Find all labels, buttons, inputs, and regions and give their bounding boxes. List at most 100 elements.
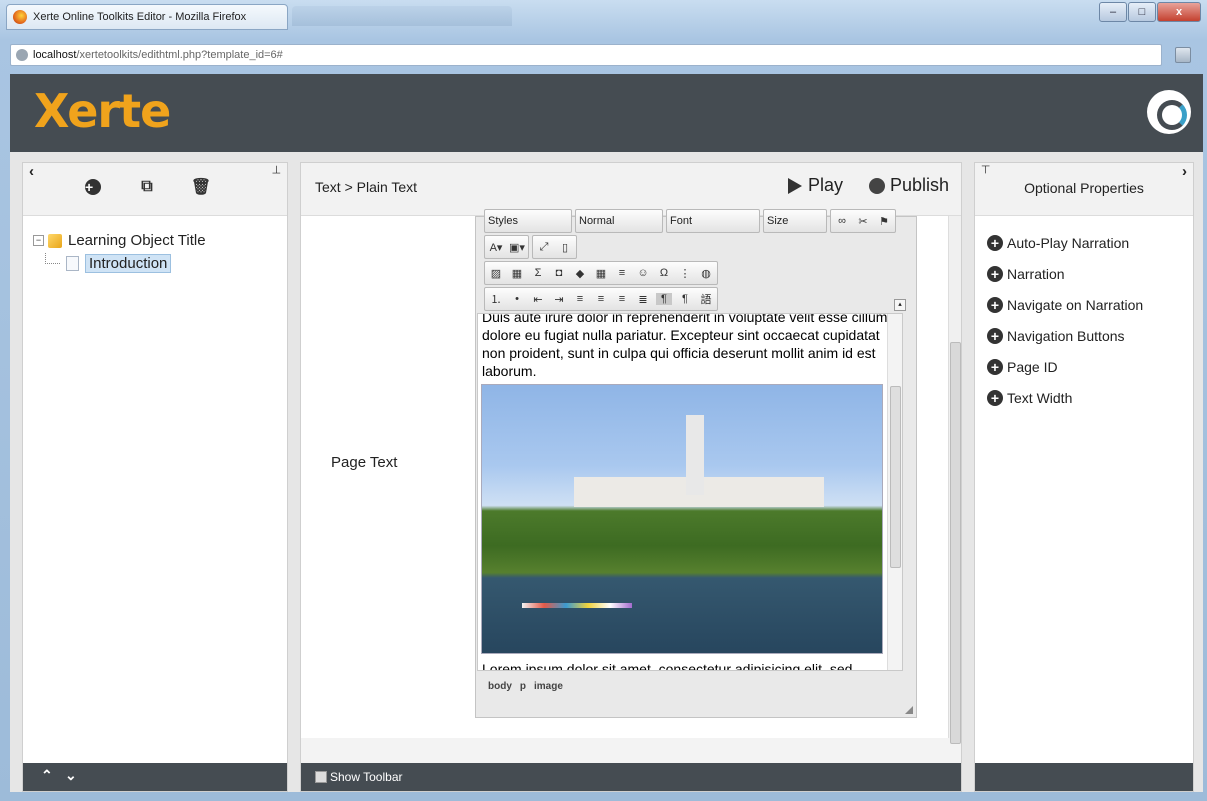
size-dropdown[interactable]: Size [763,209,827,233]
flash-icon[interactable]: ◆ [572,267,588,280]
collapse-left-icon[interactable]: ‹ [29,163,34,180]
option-navigation-buttons[interactable]: + Navigation Buttons [987,320,1143,351]
special-char-icon[interactable]: Ω [656,267,672,279]
styles-dropdown[interactable]: Styles [484,209,572,233]
move-down-icon[interactable]: ⌄ [65,767,77,784]
delete-page-button[interactable]: 🗑 [191,177,211,197]
right-panel-footer [975,763,1193,791]
world-icon[interactable]: ◍ [698,267,714,280]
option-label: Narration [1007,265,1065,282]
tree-node-root[interactable]: − Learning Object Title [33,229,206,252]
view-group: ⤢ ▯ [532,235,577,259]
insert-group: ▨ ▦ Σ ◘ ◆ ▦ ≡ ☺ Ω ⋮ ◍ [484,261,718,285]
table-icon[interactable]: ▦ [593,267,609,280]
indent-icon[interactable]: ⇥ [551,293,567,306]
media-icon[interactable]: ▦ [509,267,525,280]
unlink-icon[interactable]: ✂ [855,215,871,228]
collapse-right-icon[interactable]: › [1182,163,1187,180]
window-title: Xerte Online Toolkits Editor - Mozilla F… [33,11,247,23]
browser-tab[interactable]: Xerte Online Toolkits Editor - Mozilla F… [6,4,288,30]
option-auto-play-narration[interactable]: + Auto-Play Narration [987,227,1143,258]
paragraph-group: ⒈ • ⇤ ⇥ ≡ ≡ ≡ ≣ ¶ ¶ 語 [484,287,718,311]
ltr-icon[interactable]: ¶ [656,293,672,305]
scrollbar-thumb[interactable] [950,342,961,744]
smiley-icon[interactable]: ☺ [635,267,651,279]
image-icon[interactable]: ▨ [488,267,504,280]
move-up-icon[interactable]: ⌃ [41,767,53,784]
pin-icon[interactable]: ⊣ [270,165,283,175]
content-paragraph[interactable]: Duis aute irure dolor in reprehenderit i… [482,314,898,380]
play-button[interactable]: Play [787,175,843,196]
play-icon [787,177,802,194]
pin-icon[interactable]: ⊣ [979,165,992,175]
content-image[interactable] [481,384,883,654]
tree-toolbar: + ⧉ 🗑 [83,177,211,197]
publish-label: Publish [889,175,949,195]
site-identity-icon[interactable] [16,49,28,61]
toolbar-row-4: ⒈ • ⇤ ⇥ ≡ ≡ ≡ ≣ ¶ ¶ 語 [484,287,718,311]
option-navigate-on-narration[interactable]: + Navigate on Narration [987,289,1143,320]
resize-grip-icon[interactable] [905,706,913,714]
math-icon[interactable]: Σ [530,267,546,279]
bg-color-icon[interactable]: ▣▾ [509,241,525,254]
align-center-icon[interactable]: ≡ [593,293,609,305]
add-icon: + [987,327,1003,344]
editor-scrollbar[interactable] [887,314,902,670]
collapse-toolbar-icon[interactable]: ▴ [894,299,906,311]
maximize-button[interactable]: □ [1128,2,1156,22]
hr-icon[interactable]: ≡ [614,267,630,279]
option-label: Navigate on Narration [1007,296,1144,313]
add-page-button[interactable]: + [83,177,103,197]
trash-icon: 🗑 [190,179,212,196]
anchor-icon[interactable]: ⚑ [876,215,892,228]
editor-content[interactable]: Duis aute irure dolor in reprehenderit i… [477,313,903,671]
outdent-icon[interactable]: ⇤ [530,293,546,306]
format-dropdown[interactable]: Normal [575,209,663,233]
font-dropdown[interactable]: Font [666,209,760,233]
iframe-icon[interactable]: ◘ [551,267,567,279]
content-paragraph[interactable]: Lorem ipsum dolor sit amet, consectetur … [482,660,898,670]
path-item[interactable]: p [520,681,526,692]
page-text-label: Page Text [331,454,398,471]
properties-scrollbar[interactable] [948,216,961,744]
dropdown-label: Size [767,215,789,227]
tree-connector [45,253,60,264]
option-page-id[interactable]: + Page ID [987,351,1143,382]
show-toolbar-checkbox[interactable] [315,771,327,783]
optional-properties-panel: ⊣ Optional Properties › + Auto-Play Narra… [974,162,1194,792]
show-blocks-icon[interactable]: ▯ [557,241,573,254]
add-icon: + [987,265,1003,282]
option-text-width[interactable]: + Text Width [987,382,1143,413]
minimize-button[interactable]: – [1099,2,1127,22]
show-toolbar-toggle[interactable]: Show Toolbar [315,770,403,784]
browser-tab-2[interactable] [292,6,512,26]
url-bar[interactable]: localhost /xertetoolkits/edithtml.php?te… [10,44,1162,66]
justify-icon[interactable]: ≣ [635,293,651,306]
align-left-icon[interactable]: ≡ [572,293,588,305]
duplicate-page-button[interactable]: ⧉ [137,177,157,197]
numbered-list-icon[interactable]: ⒈ [488,291,504,307]
option-narration[interactable]: + Narration [987,258,1143,289]
toolbar-row-2: A▾ ▣▾ ⤢ ▯ [484,235,577,259]
publish-button[interactable]: Publish [868,175,949,196]
dropdown-label: Font [670,215,693,227]
path-item[interactable]: body [488,681,512,692]
add-icon: + [987,358,1003,375]
scrollbar-thumb[interactable] [890,386,901,568]
text-color-icon[interactable]: A▾ [488,241,504,254]
tree-node-introduction[interactable]: Introduction [33,252,206,275]
tree-collapse-icon[interactable]: − [33,235,44,246]
list-insert-icon[interactable]: ⋮ [677,267,693,280]
panel-title: Optional Properties [1024,180,1144,196]
rtl-icon[interactable]: ¶ [677,293,693,305]
add-icon: + [987,234,1003,251]
language-icon[interactable]: 語 [698,291,714,307]
close-button[interactable]: x [1157,2,1201,22]
link-icon[interactable]: ∞ [834,215,850,227]
maximize-icon[interactable]: ⤢ [536,241,552,254]
bullet-list-icon[interactable]: • [509,293,525,305]
notepad-icon[interactable] [1175,47,1191,63]
align-right-icon[interactable]: ≡ [614,293,630,305]
tree-node-label: Learning Object Title [68,232,206,249]
path-item[interactable]: image [534,681,563,692]
